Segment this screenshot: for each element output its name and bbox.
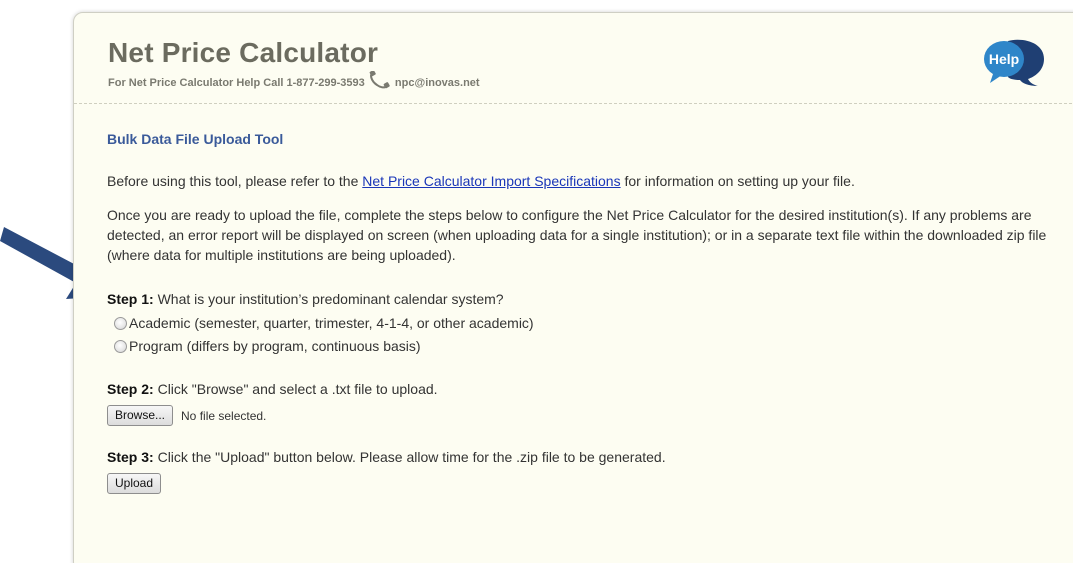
academic-radio[interactable] (114, 316, 127, 330)
program-radio-label: Program (differs by program, continuous … (129, 338, 421, 354)
intro-after: for information on setting up your file. (620, 173, 855, 189)
page: Net Price Calculator For Net Price Calcu… (0, 0, 1073, 563)
step1-label: Step 1: (107, 291, 154, 307)
upload-row: Upload (107, 473, 162, 494)
phone-icon (369, 71, 390, 89)
header: Net Price Calculator For Net Price Calcu… (74, 13, 1073, 104)
app-title: Net Price Calculator (108, 37, 379, 68)
step2-instruction: Step 2: Click "Browse" and select a .txt… (107, 379, 1052, 399)
browse-button[interactable]: Browse... (107, 405, 174, 426)
calculator-panel: Net Price Calculator For Net Price Calcu… (73, 12, 1073, 563)
step1-text: What is your institution’s predominant c… (153, 291, 504, 307)
step3-label: Step 3: (107, 449, 154, 465)
radio-option-program[interactable]: Program (differs by program, continuous … (114, 338, 421, 354)
academic-radio-label: Academic (semester, quarter, trimester, … (129, 315, 534, 331)
step1-question: Step 1: What is your institution’s predo… (107, 289, 1052, 309)
section-title: Bulk Data File Upload Tool (107, 131, 284, 147)
intro-before: Before using this tool, please refer to … (107, 173, 363, 189)
instructions-paragraph: Once you are ready to upload the file, c… (107, 207, 1047, 263)
file-input[interactable]: Browse... No file selected. (107, 405, 266, 426)
upload-button[interactable]: Upload (107, 473, 162, 494)
import-specifications-link[interactable]: Net Price Calculator Import Specificatio… (362, 173, 620, 189)
help-badge-label: Help (989, 51, 1019, 67)
step3-text: Click the "Upload" button below. Please … (153, 449, 666, 465)
file-status: No file selected. (181, 408, 267, 423)
help-phone-text: For Net Price Calculator Help Call 1-877… (108, 77, 365, 89)
help-speech-bubble-icon[interactable]: Help (984, 37, 1046, 87)
help-email: npc@inovas.net (394, 77, 480, 89)
intro-paragraph: Before using this tool, please refer to … (107, 171, 1052, 191)
step2-label: Step 2: (107, 381, 154, 397)
program-radio[interactable] (114, 339, 127, 353)
radio-option-academic[interactable]: Academic (semester, quarter, trimester, … (114, 315, 534, 331)
help-line: For Net Price Calculator Help Call 1-877… (108, 71, 480, 89)
step3-instruction: Step 3: Click the "Upload" button below.… (107, 447, 1052, 467)
step2-text: Click "Browse" and select a .txt file to… (153, 381, 438, 397)
